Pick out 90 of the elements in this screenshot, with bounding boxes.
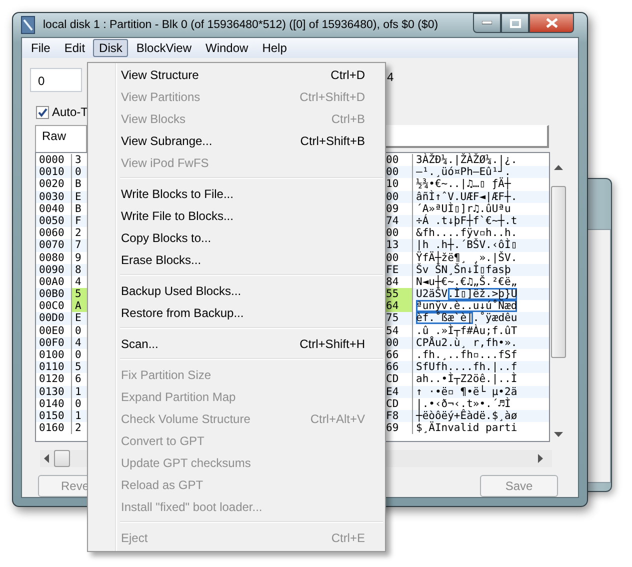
left-arrow-icon[interactable]: [44, 454, 50, 463]
offset-cell: 0110: [36, 361, 72, 374]
ascii-text: ÷Á .t↓þF┼f`€~┼.t: [416, 214, 518, 227]
ascii-text: &fh....fÿv▫h..h.: [416, 227, 518, 240]
scrollbar-thumb[interactable]: [54, 450, 70, 467]
menu-option[interactable]: Backup Used Blocks...: [90, 280, 383, 302]
ascii-text: U2äŠV: [416, 288, 448, 300]
offset-cell: 0090: [36, 264, 72, 276]
ascii-text: |.•‹ð¬‹.t»•.´♬Ì: [416, 398, 511, 410]
menu-item[interactable]: Help: [256, 39, 293, 57]
hex-cell-text: B: [74, 202, 82, 215]
app-icon: [21, 16, 35, 34]
offset-cell: 0030: [36, 190, 72, 203]
ascii-text: .˚ÿædêu: [472, 312, 518, 324]
window-title: local disk 1 : Partition - Blk 0 (of 15936480*512) ([0] of 15936480), ofs $0 ($0): [43, 19, 438, 31]
scrollbar-thumb[interactable]: [550, 186, 566, 358]
menu-item[interactable]: Disk: [93, 39, 128, 57]
ascii-text: .û .»Ì┬f#Àu;f.ûT: [416, 324, 518, 337]
close-button[interactable]: [529, 13, 574, 33]
menu-item[interactable]: Edit: [58, 39, 92, 57]
offset-cell: 0050: [36, 214, 72, 228]
checkbox[interactable]: [36, 106, 49, 118]
hex-cell-text: 0: [74, 398, 82, 410]
hex-cell-text: 2: [74, 227, 82, 240]
down-arrow-icon[interactable]: [554, 432, 562, 438]
menu-item[interactable]: Window: [200, 39, 254, 57]
hex-cell-text: B: [74, 178, 82, 191]
ascii-text: CPÅu2.ù¸ r,fh•».: [416, 336, 518, 349]
menu-option[interactable]: View Structure Ctrl+D: [90, 64, 383, 86]
offset-cell: 00D0: [36, 312, 72, 325]
hex-cell-text: 0: [74, 324, 82, 337]
ascii-text: ´A»ªUÌ▯]r♫.ûUªu: [416, 202, 511, 215]
checkbox-label: Auto-T: [52, 105, 88, 119]
up-arrow-icon[interactable]: [554, 165, 562, 171]
hex-cell-text: E: [74, 312, 82, 325]
hex-cell-text: 5: [74, 361, 82, 374]
hex-cell-text: 8: [74, 264, 82, 276]
maximize-button[interactable]: [501, 13, 529, 33]
minimize-button[interactable]: [473, 13, 501, 33]
offset-cell: 0160: [36, 422, 72, 434]
offset-cell: 0130: [36, 386, 72, 398]
menu-option[interactable]: Copy Blocks to...: [90, 227, 383, 249]
offset-cell: 00F0: [36, 336, 72, 349]
hex-cell: 5: [72, 288, 88, 300]
tab[interactable]: Raw: [35, 125, 87, 152]
ascii-text: ┼ëòôëý+Êàdë.$¸àø: [416, 410, 518, 422]
maximize-icon: [510, 18, 520, 28]
block-number-field[interactable]: 0: [30, 68, 82, 92]
ascii-text: ↑ ·•ë▫ ¶•ë└ µ•2ä: [416, 386, 518, 398]
offset-cell: 0150: [36, 410, 72, 422]
ascii-text: ŸfÄ┼žë¶¸ ¸».|ŠV.: [416, 252, 518, 264]
menu-option[interactable]: Restore from Backup...: [90, 302, 383, 324]
hex-cell-text: 4: [74, 276, 82, 288]
right-arrow-icon[interactable]: [538, 454, 544, 463]
hex-cell-text: 0: [74, 349, 82, 362]
menu-option[interactable]: Scan... Ctrl+Shift+H: [90, 333, 383, 355]
hex-cell: A: [72, 300, 88, 312]
menu-option[interactable]: View Subrange... Ctrl+Shift+B: [90, 130, 383, 152]
minimize-icon: [482, 21, 492, 25]
menu-option[interactable]: Erase Blocks...: [90, 249, 383, 271]
ascii-text: |h .h┼.´BŠV.‹ôÌ▯: [416, 239, 518, 252]
ascii-text: Šv ŠN¸Šn↓Ì▯fasþ: [416, 264, 511, 276]
hex-cell-text: F: [74, 214, 82, 228]
hex-cell-text: 1: [74, 386, 82, 398]
hex-cell-text: 2: [74, 422, 82, 434]
ascii-text: SfUfh....fh.|..f: [416, 361, 518, 374]
menu-option[interactable]: Write File to Blocks...: [90, 205, 383, 227]
menu-option[interactable]: Write Blocks to File...: [90, 183, 383, 205]
hex-cell-text: 6: [74, 373, 82, 386]
ascii-text: .fh.¸..fh▫...fSf: [416, 349, 518, 361]
hex-cell-text: 9: [74, 252, 82, 264]
ascii-text: âñÌ↑ˆV.UÆF◄|ÆF┼.: [416, 190, 518, 203]
hex-cell-text: 4: [74, 336, 82, 349]
ascii-text: –¹.¸üó¤Ph–Eû¹┘.: [416, 166, 511, 178]
menu-item[interactable]: File: [25, 39, 56, 57]
menu-item[interactable]: BlockView: [130, 39, 198, 57]
hex-cell-text: 3: [74, 154, 82, 166]
offset-cell: 0010: [36, 166, 72, 178]
offset-cell: 0070: [36, 239, 72, 252]
hex-cell-text: 0: [74, 166, 82, 178]
ascii-text: ½¾•€~..|♫…▯ ƒÄ┼: [416, 178, 511, 190]
ascii-text: ah..•Ì┬Z2öê.|..Ì: [416, 373, 518, 386]
ascii-text: N◄u┼€~.€♫„Š.²€ë„: [416, 276, 518, 288]
ascii-text: 3ÀŽÐ¼.|ŽÀŽØ¼.|¿.: [416, 154, 518, 166]
hex-cell-text: 1: [74, 410, 82, 422]
hex-cell-text: E: [74, 190, 82, 203]
close-icon: [546, 18, 558, 28]
ascii-text: $¸ÄInvalid parti: [416, 422, 518, 434]
hex-cell-text: 7: [74, 239, 82, 252]
block-info-text: 4: [387, 69, 394, 84]
